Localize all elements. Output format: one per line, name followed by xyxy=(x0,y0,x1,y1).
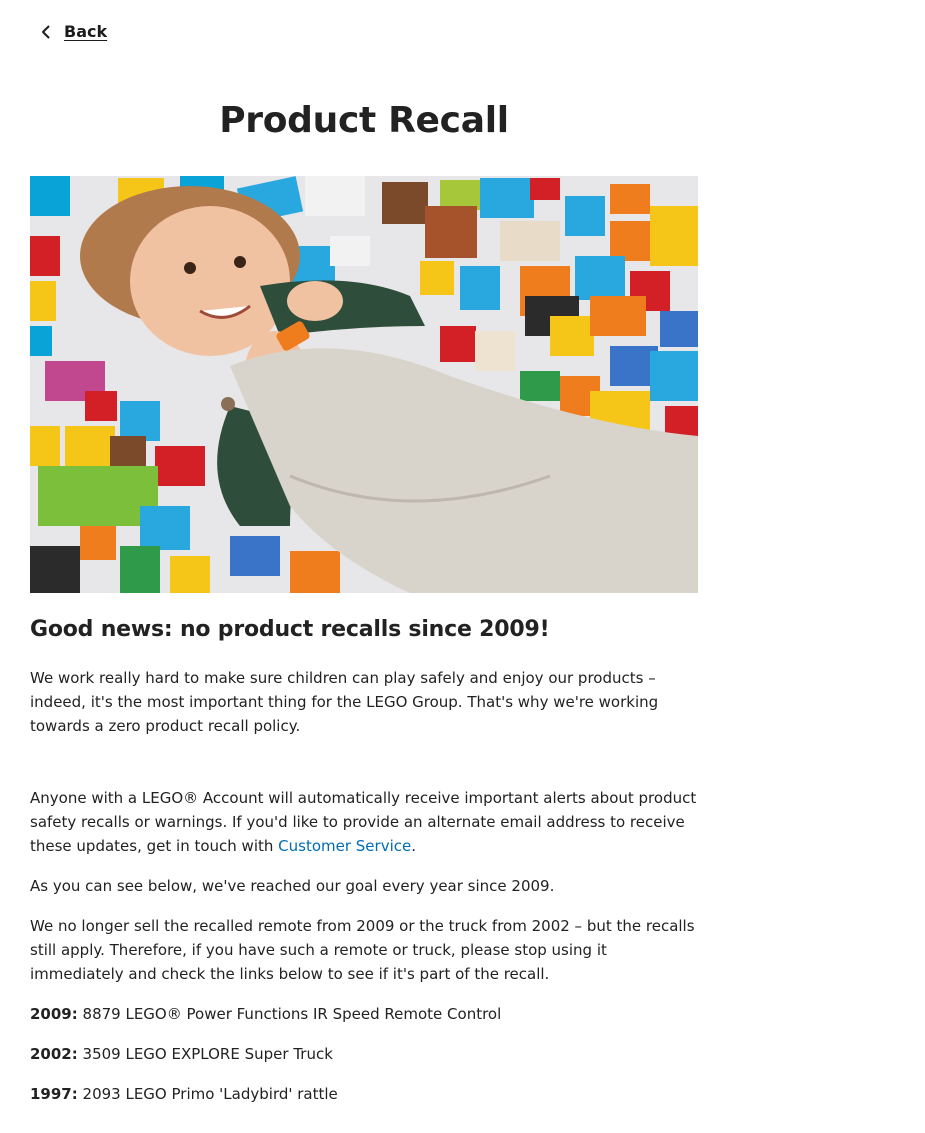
page: Back Product Recall Good news: no produc… xyxy=(0,0,925,1133)
recall-product: 2093 LEGO Primo 'Ladybird' rattle xyxy=(82,1085,338,1103)
customer-service-link[interactable]: Customer Service xyxy=(278,837,411,855)
account-paragraph: Anyone with a LEGO® Account will automat… xyxy=(30,786,698,858)
recall-product: 3509 LEGO EXPLORE Super Truck xyxy=(82,1045,333,1063)
recall-year: 2009: xyxy=(30,1005,78,1023)
hero-illustration xyxy=(30,176,698,593)
recall-item-2002: 2002: 3509 LEGO EXPLORE Super Truck xyxy=(30,1042,698,1066)
recall-product: 8879 LEGO® Power Functions IR Speed Remo… xyxy=(82,1005,502,1023)
back-link-label: Back xyxy=(64,22,108,41)
recall-item-1997: 1997: 2093 LEGO Primo 'Ladybird' rattle xyxy=(30,1082,698,1106)
chevron-left-icon xyxy=(42,25,50,38)
good-news-heading: Good news: no product recalls since 2009… xyxy=(30,617,550,642)
page-title: Product Recall xyxy=(219,100,509,141)
recall-year: 1997: xyxy=(30,1085,78,1103)
account-text-end: . xyxy=(411,837,417,855)
recall-item-2009: 2009: 8879 LEGO® Power Functions IR Spee… xyxy=(30,1002,698,1026)
back-link[interactable]: Back xyxy=(38,22,107,41)
goal-paragraph: As you can see below, we've reached our … xyxy=(30,877,555,895)
no-longer-paragraph: We no longer sell the recalled remote fr… xyxy=(30,917,695,983)
main-content: Good news: no product recalls since 2009… xyxy=(30,617,698,1122)
recall-year: 2002: xyxy=(30,1045,78,1063)
intro-paragraph: We work really hard to make sure childre… xyxy=(30,669,659,735)
hero-image xyxy=(30,176,698,593)
